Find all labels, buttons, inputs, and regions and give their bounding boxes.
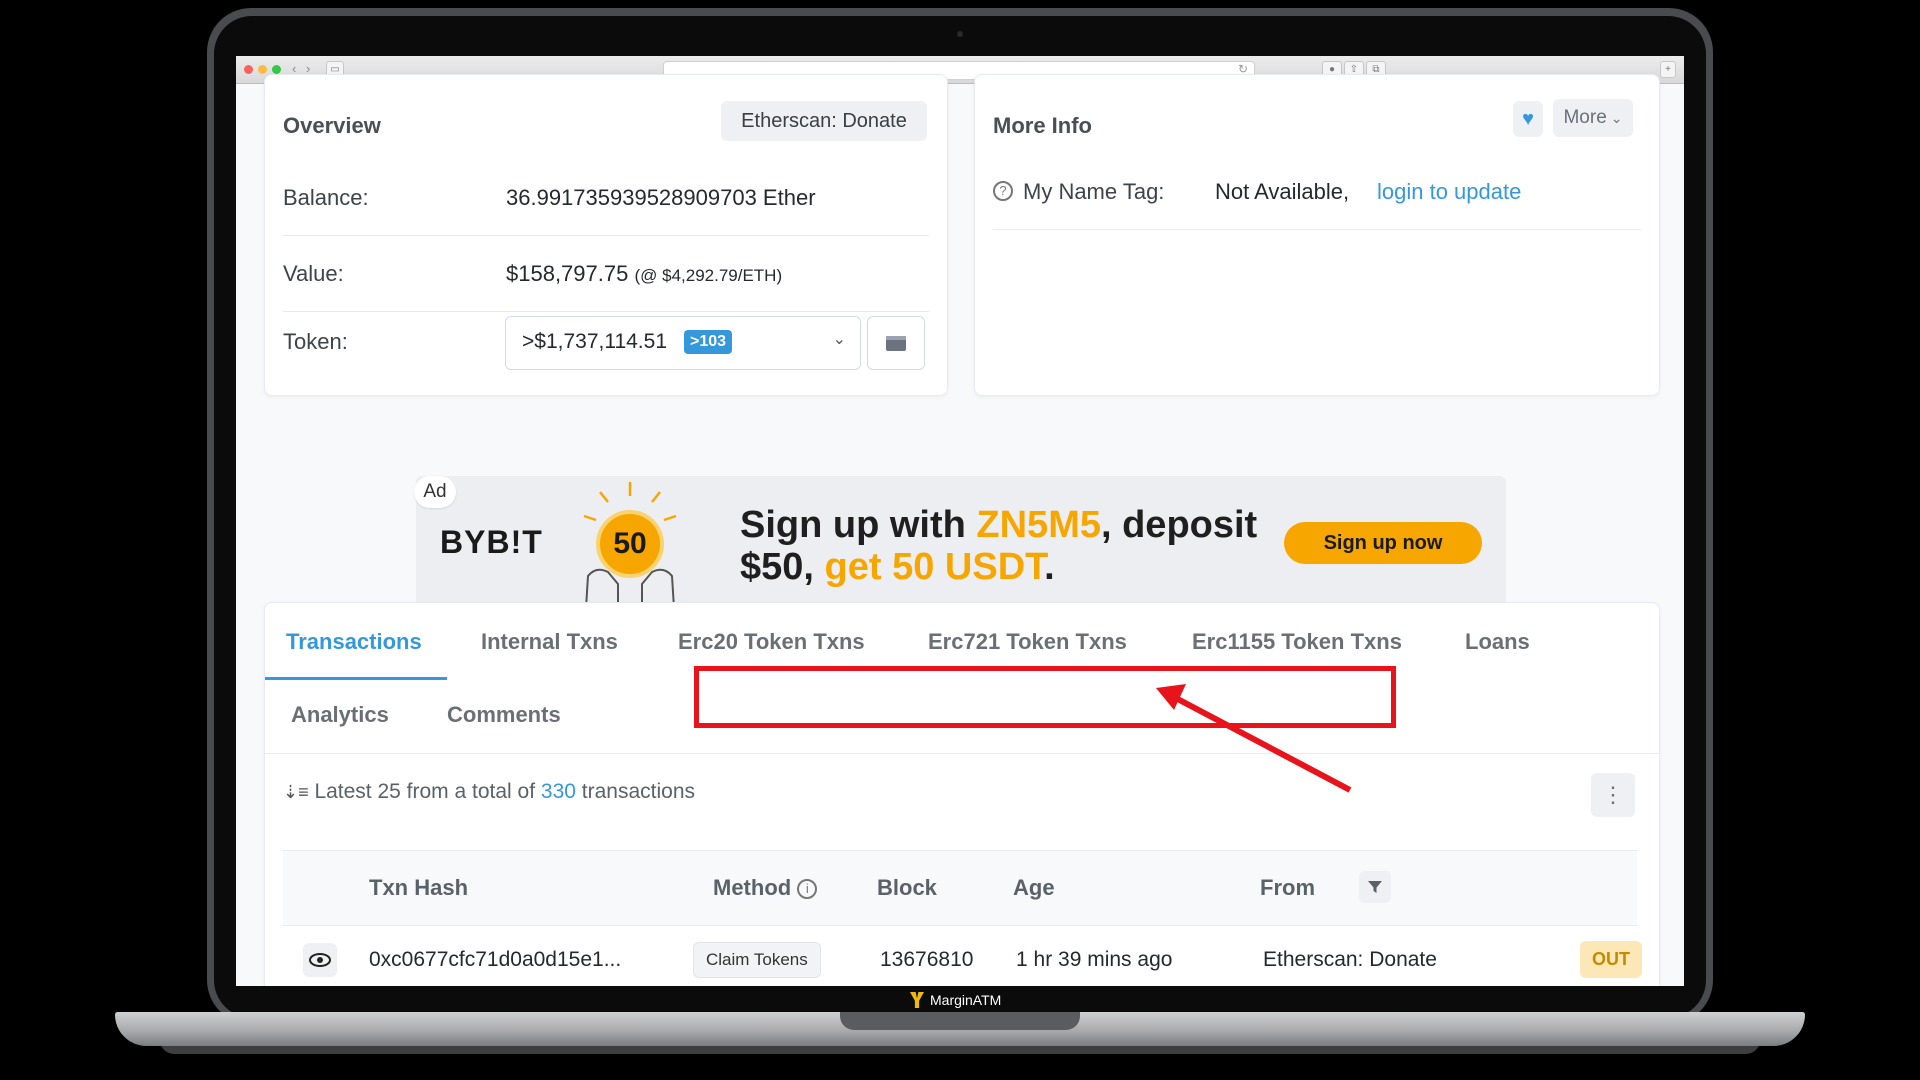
new-tab-icon[interactable]: +: [1660, 61, 1676, 78]
tabs-divider: [265, 753, 1659, 754]
chevron-down-icon: ⌄: [832, 331, 846, 348]
ad-line-1-a: Sign up with: [740, 504, 977, 546]
ad-banner[interactable]: BYB!T 50 Sign up with ZN5M5, deposit $50…: [416, 476, 1506, 610]
summary-suffix: transactions: [581, 780, 696, 803]
maximize-window-button[interactable]: [272, 65, 281, 74]
ad-code: ZN5M5: [976, 504, 1101, 546]
ad-brand: BYB!T: [440, 524, 543, 560]
overview-card: Overview Etherscan: Donate Balance: 36.9…: [264, 74, 948, 396]
coin-value: 50: [596, 510, 664, 578]
tab-internal-txns[interactable]: Internal Txns: [481, 629, 618, 655]
watermark: MarginATM: [910, 989, 1001, 1011]
wallet-button[interactable]: [867, 316, 925, 370]
tab-comments[interactable]: Comments: [447, 702, 561, 728]
balance-row: Balance: 36.991735939528909703 Ether: [283, 159, 929, 236]
ad-line-2-b: .: [1044, 546, 1055, 588]
eye-icon: [309, 953, 331, 967]
more-dropdown-button[interactable]: More ⌄: [1553, 99, 1633, 137]
token-value: >$1,737,114.51: [522, 330, 668, 353]
balance-value: 36.991735939528909703 Ether: [506, 185, 816, 210]
ad-label: Ad: [414, 476, 456, 508]
more-options-button[interactable]: ⋮: [1591, 773, 1635, 817]
donate-button[interactable]: Etherscan: Donate: [721, 101, 927, 141]
transactions-card: Transactions Internal Txns Erc20 Token T…: [264, 602, 1660, 986]
kebab-icon: ⋮: [1602, 782, 1624, 807]
etherscan-page: Overview Etherscan: Donate Balance: 36.9…: [236, 74, 1684, 986]
info-icon[interactable]: i: [797, 879, 818, 900]
block-link[interactable]: 13676810: [880, 948, 973, 972]
method-badge: Claim Tokens: [693, 942, 821, 978]
tab-analytics[interactable]: Analytics: [291, 702, 389, 728]
name-tag-label: My Name Tag:: [1023, 179, 1165, 204]
minimize-window-button[interactable]: [258, 65, 267, 74]
col-block: Block: [877, 875, 937, 900]
laptop-screen: ‹ › ▭ ↻ ● ⇧ ⧉ + Overview Etherscan: Dona…: [236, 56, 1684, 986]
col-age-toggle[interactable]: Age: [1013, 875, 1055, 901]
filter-icon: [1368, 881, 1382, 893]
login-link[interactable]: login to update: [1377, 179, 1521, 205]
txn-hash-link[interactable]: 0xc0677cfc71d0a0d15e1...: [369, 948, 621, 972]
watermark-text: MarginATM: [930, 992, 1002, 1008]
tab-erc20-token-txns[interactable]: Erc20 Token Txns: [678, 629, 865, 655]
overview-title: Overview: [283, 113, 381, 138]
ad-signup-button[interactable]: Sign up now: [1284, 522, 1482, 564]
token-dropdown[interactable]: >$1,737,114.51 >103 ⌄: [505, 316, 861, 370]
sort-icon: ⇣≡: [283, 782, 309, 802]
chevron-down-icon: ⌄: [1610, 109, 1623, 126]
ad-line-1-b: , deposit: [1100, 504, 1258, 546]
more-button-label: More: [1563, 107, 1607, 128]
ad-headline: Sign up with ZN5M5, deposit $50, get 50 …: [740, 504, 1257, 588]
laptop-notch: [840, 1012, 1080, 1030]
tab-loans[interactable]: Loans: [1465, 629, 1530, 655]
col-method: Method i: [713, 875, 818, 901]
col-method-label: Method: [713, 875, 792, 900]
help-icon: ?: [993, 181, 1013, 201]
favorite-button[interactable]: ♥: [1513, 101, 1543, 137]
camera-dot: [957, 31, 963, 37]
value-label: Value:: [283, 261, 344, 286]
token-count-badge: >103: [684, 330, 733, 354]
close-window-button[interactable]: [244, 65, 253, 74]
value-amount-wrap: $158,797.75 (@ $4,292.79/ETH): [506, 261, 782, 287]
name-tag-row: ? My Name Tag: Not Available, login to u…: [993, 159, 1641, 230]
from-value[interactable]: Etherscan: Donate: [1263, 948, 1437, 972]
token-label: Token:: [283, 329, 348, 354]
value-rate: (@ $4,292.79/ETH): [634, 266, 783, 285]
view-details-button[interactable]: [303, 943, 337, 977]
summary-prefix: Latest 25 from a total of: [314, 780, 536, 803]
heart-icon: ♥: [1522, 107, 1534, 130]
age-value: 1 hr 39 mins ago: [1016, 948, 1173, 971]
ad-line-1: Sign up with ZN5M5, deposit: [740, 504, 1257, 546]
value-row: Value: $158,797.75 (@ $4,292.79/ETH): [283, 235, 929, 312]
col-txn-hash: Txn Hash: [369, 875, 469, 900]
highlight-box: [694, 666, 1396, 728]
value-amount: $158,797.75: [506, 261, 629, 286]
balance-label: Balance:: [283, 185, 369, 210]
wallet-icon: [886, 336, 906, 351]
more-info-title: More Info: [993, 113, 1092, 138]
transaction-count-link[interactable]: 330: [541, 780, 576, 803]
transactions-summary: ⇣≡ Latest 25 from a total of 330 transac…: [283, 780, 695, 804]
ad-highlight: get 50 USDT: [824, 546, 1045, 588]
tab-erc721-token-txns[interactable]: Erc721 Token Txns: [928, 629, 1127, 655]
tab-erc1155-token-txns[interactable]: Erc1155 Token Txns: [1192, 629, 1402, 655]
marginatm-logo-icon: [910, 992, 924, 1008]
active-tab-underline: [265, 677, 447, 680]
ad-line-2-a: $50,: [740, 546, 825, 588]
table-header: Txn Hash Method i Block Age From: [283, 850, 1637, 926]
name-tag-value: Not Available,: [1215, 179, 1350, 204]
filter-button[interactable]: [1359, 871, 1391, 903]
ad-line-2: $50, get 50 USDT.: [740, 546, 1257, 588]
col-from: From: [1260, 875, 1315, 900]
tab-transactions[interactable]: Transactions: [286, 629, 422, 655]
more-info-card: More Info ♥ More ⌄ ? My Name Tag: Not Ava…: [974, 74, 1660, 396]
direction-badge: OUT: [1580, 941, 1642, 978]
